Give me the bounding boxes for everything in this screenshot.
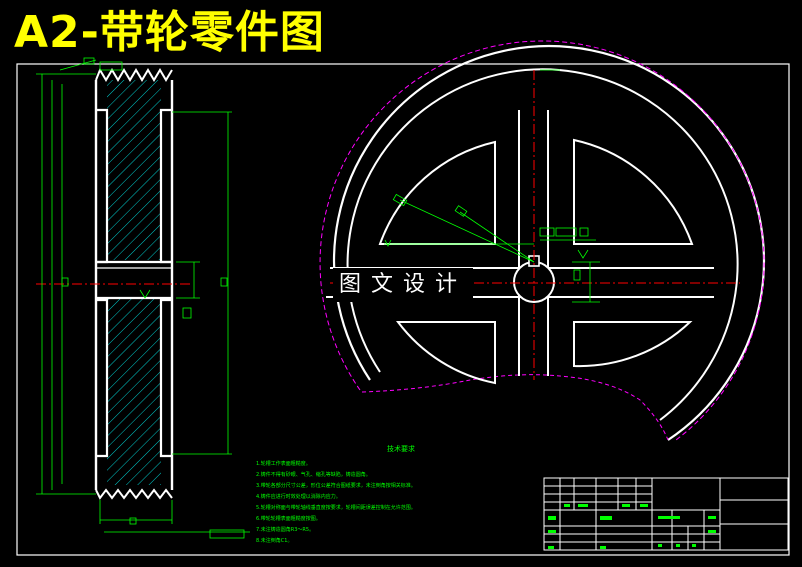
window-top-right: [573, 138, 694, 245]
web-step-upper-right: [159, 108, 172, 264]
requirement-line: 5.轮槽对称面与带轮轴线垂直度按要求，轮槽间距误差控制在允许范围。: [256, 505, 416, 511]
section-hatch-upper: [107, 80, 161, 260]
drawing-title: A2-带轮零件图: [14, 7, 325, 58]
requirement-line: 6.带轮轮槽表面粗糙度按图。: [256, 516, 321, 522]
web-step-lower-left: [96, 298, 109, 458]
requirement-line: 8.未注倒角C1。: [256, 538, 293, 544]
pulley-front-view: [319, 40, 766, 441]
requirement-line: 1.轮槽工作表面粗糙度。: [256, 461, 311, 467]
window-top-left: [378, 140, 496, 245]
title-block: [543, 477, 789, 551]
window-bottom-left: [395, 321, 496, 385]
technical-requirements: 技术要求 1.轮槽工作表面粗糙度。 2.铸件不得有砂眼、气孔、缩孔等缺陷，铸造圆…: [256, 444, 546, 547]
web-step-lower-right: [159, 298, 172, 458]
v-grooves-bottom: [95, 488, 173, 500]
web-step-upper-left: [96, 108, 109, 264]
requirement-line: 2.铸件不得有砂眼、气孔、缩孔等缺陷，铸造圆角。: [256, 472, 371, 478]
break-line: [361, 374, 669, 441]
section-hatch-lower: [107, 297, 161, 485]
outer-rim-hidden-arc: [319, 40, 765, 441]
requirement-line: 4.铸件应进行时效处理以消除内应力。: [256, 494, 341, 500]
watermark-text: 图文设计: [333, 268, 474, 302]
window-bottom-right: [573, 321, 693, 368]
requirement-line: 3.带轮各部分尺寸公差，形位公差符合图纸要求，未注倒角按相关标准。: [256, 483, 416, 489]
requirement-line: 7.未注铸造圆角R3～R5。: [256, 527, 315, 533]
v-grooves-top: [95, 67, 173, 82]
technical-requirements-title: 技术要求: [387, 445, 415, 453]
pulley-section-view: [36, 57, 250, 539]
